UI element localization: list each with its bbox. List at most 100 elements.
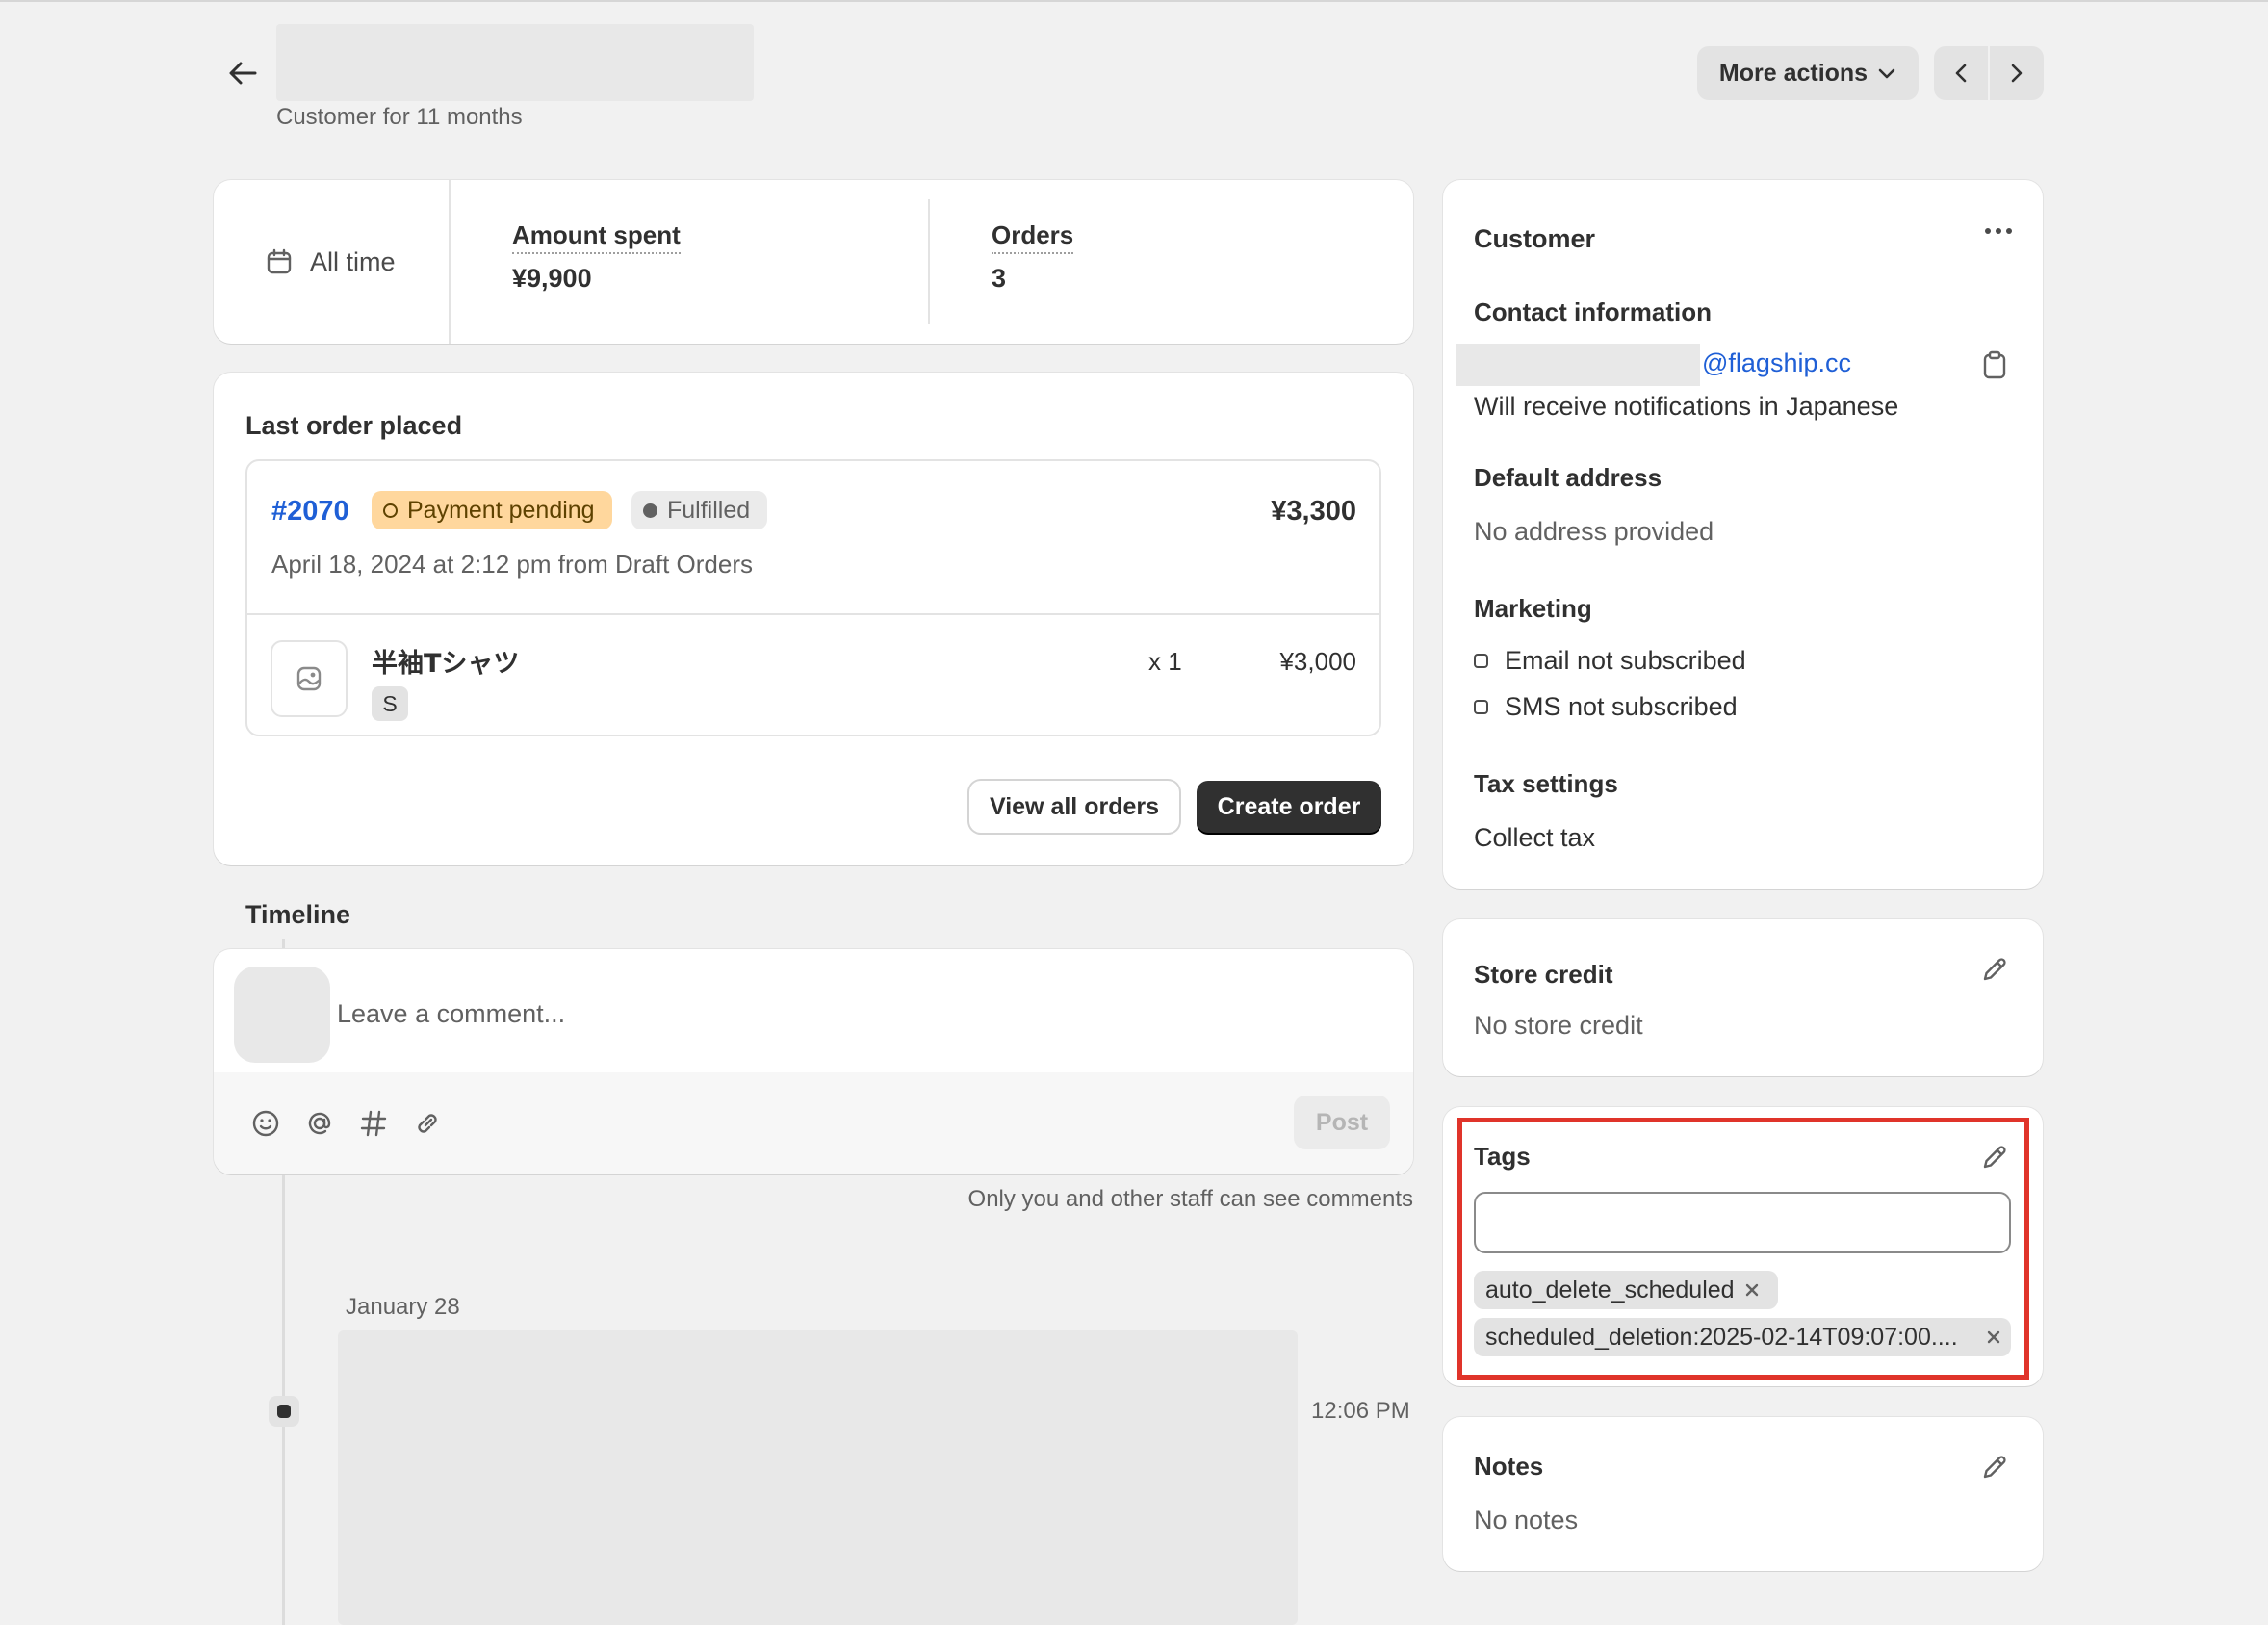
customer-pager [1934, 46, 2044, 100]
tag-label: scheduled_deletion:2025-02-14T09:07:00..… [1485, 1323, 1958, 1351]
product-name: 半袖Tシャツ [372, 649, 520, 679]
ellipsis-dot [1985, 228, 1991, 234]
tags-title: Tags [1474, 1142, 1531, 1171]
last-order-title: Last order placed [245, 411, 463, 440]
tax-value: Collect tax [1474, 823, 1596, 852]
hashtag-icon [360, 1110, 387, 1137]
more-actions-label: More actions [1718, 59, 1869, 87]
chevron-left-icon [1955, 64, 1967, 83]
email-marketing-label: Email not subscribed [1505, 646, 1746, 675]
comment-composer: Post [214, 949, 1413, 1174]
smiley-icon [252, 1110, 279, 1137]
tags-input[interactable] [1474, 1192, 2011, 1253]
pencil-icon [1983, 958, 2006, 981]
order-number-link[interactable]: #2070 [271, 496, 349, 528]
tag-chip: scheduled_deletion:2025-02-14T09:07:00..… [1474, 1318, 2011, 1356]
email-username-redacted [1456, 344, 1700, 386]
contact-heading: Contact information [1474, 297, 1712, 326]
calendar-icon [267, 248, 292, 274]
attach-link-button[interactable] [411, 1107, 444, 1140]
order-total: ¥3,300 [1271, 496, 1356, 527]
sms-marketing-status: SMS not subscribed [1474, 692, 1738, 722]
status-square-icon [1474, 700, 1488, 714]
close-icon [1745, 1283, 1758, 1297]
edit-tags-button[interactable] [1975, 1138, 2014, 1176]
amount-spent-label[interactable]: Amount spent [512, 220, 681, 254]
remove-tag-button[interactable] [1976, 1318, 2011, 1356]
copy-email-button[interactable] [1975, 346, 2014, 384]
notification-language: Will receive notifications in Japanese [1474, 392, 1899, 421]
chevron-down-icon [1878, 68, 1895, 79]
notes-value: No notes [1474, 1506, 1579, 1535]
customer-tenure: Customer for 11 months [276, 104, 523, 130]
at-sign-icon [308, 1112, 331, 1135]
mention-button[interactable] [303, 1107, 336, 1140]
amount-spent-stat: Amount spent ¥9,900 [512, 220, 681, 294]
hashtag-button[interactable] [357, 1107, 390, 1140]
payment-status-badge: Payment pending [372, 491, 612, 529]
variant-badge: S [372, 686, 408, 721]
more-actions-button[interactable]: More actions [1697, 46, 1919, 100]
ellipsis-dot [2006, 228, 2012, 234]
chevron-right-icon [2011, 64, 2023, 83]
ellipsis-dot [1996, 228, 2001, 234]
emoji-button[interactable] [249, 1107, 282, 1140]
order-divider [247, 613, 1379, 615]
email-marketing-status: Email not subscribed [1474, 646, 1746, 676]
product-quantity: x 1 [1148, 647, 1182, 676]
amount-spent-value: ¥9,900 [512, 264, 592, 293]
timeline-date: January 28 [346, 1294, 460, 1320]
clipboard-icon [1983, 350, 2006, 379]
store-credit-value: No store credit [1474, 1011, 1643, 1040]
create-order-button[interactable]: Create order [1197, 781, 1381, 833]
back-button[interactable] [219, 54, 266, 92]
order-date-source: April 18, 2024 at 2:12 pm from Draft Ord… [271, 550, 753, 579]
edit-notes-button[interactable] [1975, 1448, 2014, 1486]
last-order-card: Last order placed #2070 Payment pending … [214, 373, 1413, 865]
email-link[interactable]: @flagship.cc [1702, 348, 1851, 378]
payment-status-label: Payment pending [407, 496, 595, 524]
customer-menu-button[interactable] [1979, 217, 2018, 245]
link-icon [418, 1114, 437, 1133]
fulfilled-dot-icon [643, 503, 657, 518]
orders-value: 3 [992, 264, 1007, 293]
timeline-event-redacted [338, 1330, 1298, 1625]
product-thumbnail [271, 640, 348, 717]
arrow-left-icon [229, 62, 257, 85]
view-all-orders-button[interactable]: View all orders [969, 781, 1179, 833]
marketing-heading: Marketing [1474, 594, 1592, 623]
store-credit-title: Store credit [1474, 960, 1613, 989]
post-button[interactable]: Post [1294, 1096, 1390, 1149]
orders-stat: Orders 3 [992, 220, 1074, 294]
notes-title: Notes [1474, 1452, 1544, 1481]
edit-store-credit-button[interactable] [1975, 950, 2014, 989]
fulfillment-status-badge: Fulfilled [631, 491, 768, 529]
date-range-selector[interactable]: All time [214, 180, 451, 344]
status-square-icon [1474, 654, 1488, 668]
pending-circle-icon [383, 503, 398, 518]
stat-divider [928, 199, 930, 324]
order-summary: #2070 Payment pending Fulfilled ¥3,300 A… [245, 459, 1381, 736]
comment-visibility-note: Only you and other staff can see comment… [967, 1186, 1413, 1212]
orders-label[interactable]: Orders [992, 220, 1074, 254]
next-customer-button[interactable] [1990, 46, 2044, 100]
tag-label: auto_delete_scheduled [1485, 1276, 1735, 1303]
pencil-icon [1983, 1146, 2006, 1169]
timeline-event-time: 12:06 PM [1311, 1398, 1410, 1424]
timeline-event-marker [269, 1396, 299, 1427]
comment-input[interactable] [337, 980, 1386, 1047]
remove-tag-button[interactable] [1735, 1271, 1769, 1309]
sms-marketing-label: SMS not subscribed [1505, 692, 1738, 721]
customer-stats-card: All time Amount spent ¥9,900 Orders 3 [214, 180, 1413, 344]
tax-heading: Tax settings [1474, 769, 1618, 798]
pencil-icon [1983, 1456, 2006, 1479]
notes-card: Notes No notes [1443, 1417, 2043, 1571]
store-credit-card: Store credit No store credit [1443, 919, 2043, 1076]
address-value: No address provided [1474, 517, 1714, 546]
previous-customer-button[interactable] [1934, 46, 1990, 100]
timeline-title: Timeline [245, 900, 351, 929]
image-placeholder-icon [296, 666, 322, 691]
customer-name-redacted [276, 24, 754, 101]
date-range-label: All time [310, 246, 396, 276]
customer-card-title: Customer [1474, 224, 1596, 253]
